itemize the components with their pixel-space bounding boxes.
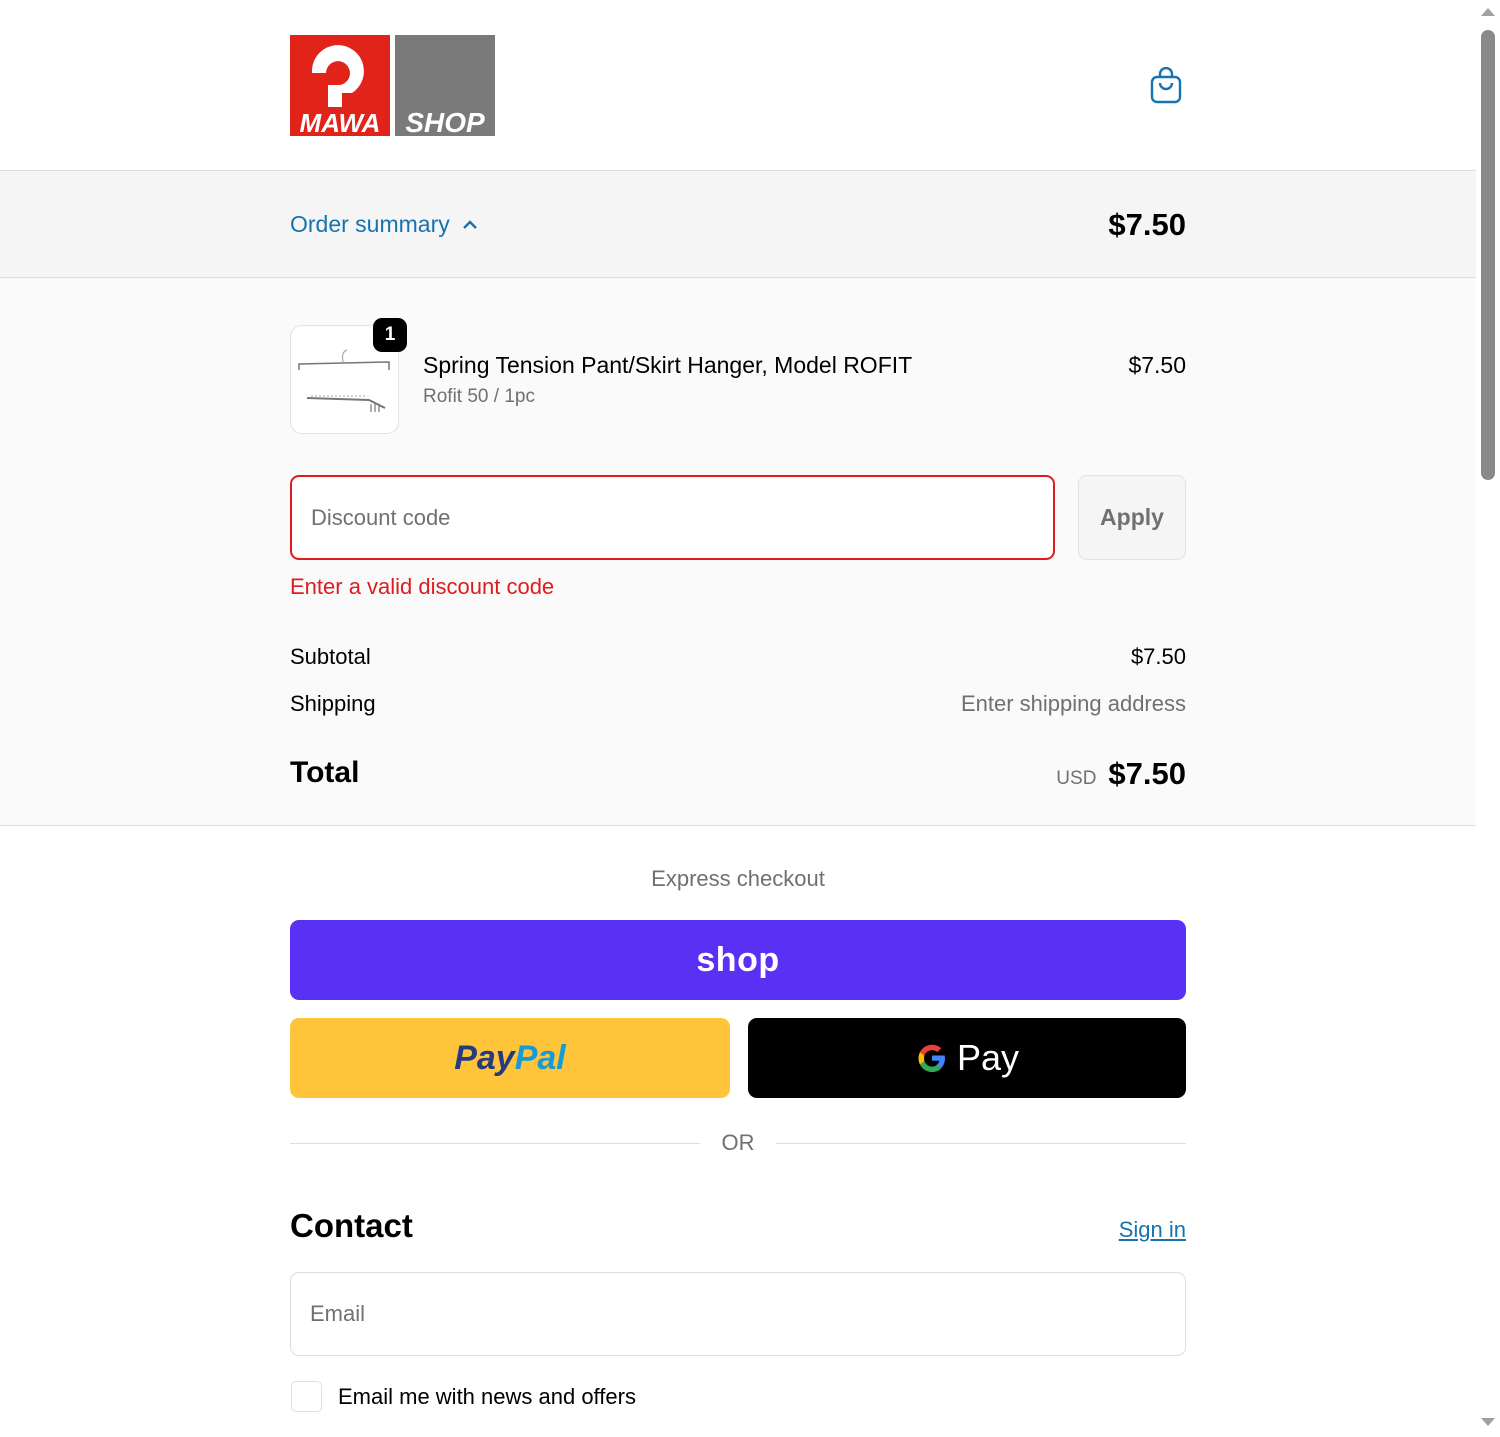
product-name: Spring Tension Pant/Skirt Hanger, Model …: [423, 352, 913, 378]
google-pay-button[interactable]: Pay: [748, 1018, 1186, 1098]
total-label: Total: [290, 756, 360, 789]
paypal-logo-part1: Pay: [454, 1038, 515, 1077]
google-pay-label: Pay: [956, 1037, 1020, 1078]
google-g-icon: [918, 1044, 945, 1072]
divider-right: [776, 1143, 1186, 1144]
newsletter-checkbox[interactable]: [291, 1381, 322, 1412]
contact-heading: Contact: [290, 1207, 413, 1244]
logo-text-right: SHOP: [405, 107, 485, 136]
apply-discount-button[interactable]: Apply: [1078, 475, 1186, 560]
quantity-badge: 1: [373, 318, 407, 352]
discount-error-message: Enter a valid discount code: [290, 574, 555, 599]
express-checkout-label: Express checkout: [651, 866, 825, 891]
discount-code-input[interactable]: [290, 475, 1055, 560]
or-divider-label: OR: [721, 1130, 755, 1155]
shipping-label: Shipping: [290, 691, 376, 716]
order-summary-label: Order summary: [290, 211, 450, 237]
shopping-bag-icon: [1150, 67, 1182, 104]
paypal-button[interactable]: Pay Pal: [290, 1018, 730, 1098]
sign-in-link[interactable]: Sign in: [1119, 1217, 1186, 1243]
shop-pay-button[interactable]: shop: [290, 920, 1186, 1000]
scroll-up-arrow-icon[interactable]: [1481, 8, 1495, 16]
newsletter-label[interactable]: Email me with news and offers: [338, 1384, 636, 1410]
scroll-down-arrow-icon[interactable]: [1481, 1418, 1495, 1426]
product-price: $7.50: [1128, 352, 1186, 378]
paypal-logo-part2: Pal: [514, 1038, 566, 1077]
chevron-up-icon: [462, 219, 477, 229]
product-variant: Rofit 50 / 1pc: [423, 386, 535, 407]
scrollbar-thumb[interactable]: [1481, 30, 1495, 480]
order-summary-toggle[interactable]: Order summary: [290, 211, 478, 238]
header: MAWA SHOP: [0, 0, 1476, 171]
shop-pay-logo: shop: [696, 940, 780, 979]
total-value-group: USD $7.50: [1056, 756, 1186, 792]
total-amount: $7.50: [1108, 756, 1186, 791]
email-field[interactable]: [290, 1272, 1186, 1356]
order-summary-total: $7.50: [1108, 207, 1186, 242]
total-currency: USD: [1056, 768, 1097, 789]
mawa-shop-logo[interactable]: MAWA SHOP: [290, 35, 495, 136]
shipping-value: Enter shipping address: [960, 691, 1186, 716]
subtotal-value: $7.50: [1130, 644, 1186, 669]
divider-left: [290, 1143, 700, 1144]
logo-text-left: MAWA: [300, 108, 381, 136]
subtotal-label: Subtotal: [290, 644, 371, 669]
order-summary-bar: [0, 171, 1476, 278]
cart-button[interactable]: [1146, 64, 1186, 108]
